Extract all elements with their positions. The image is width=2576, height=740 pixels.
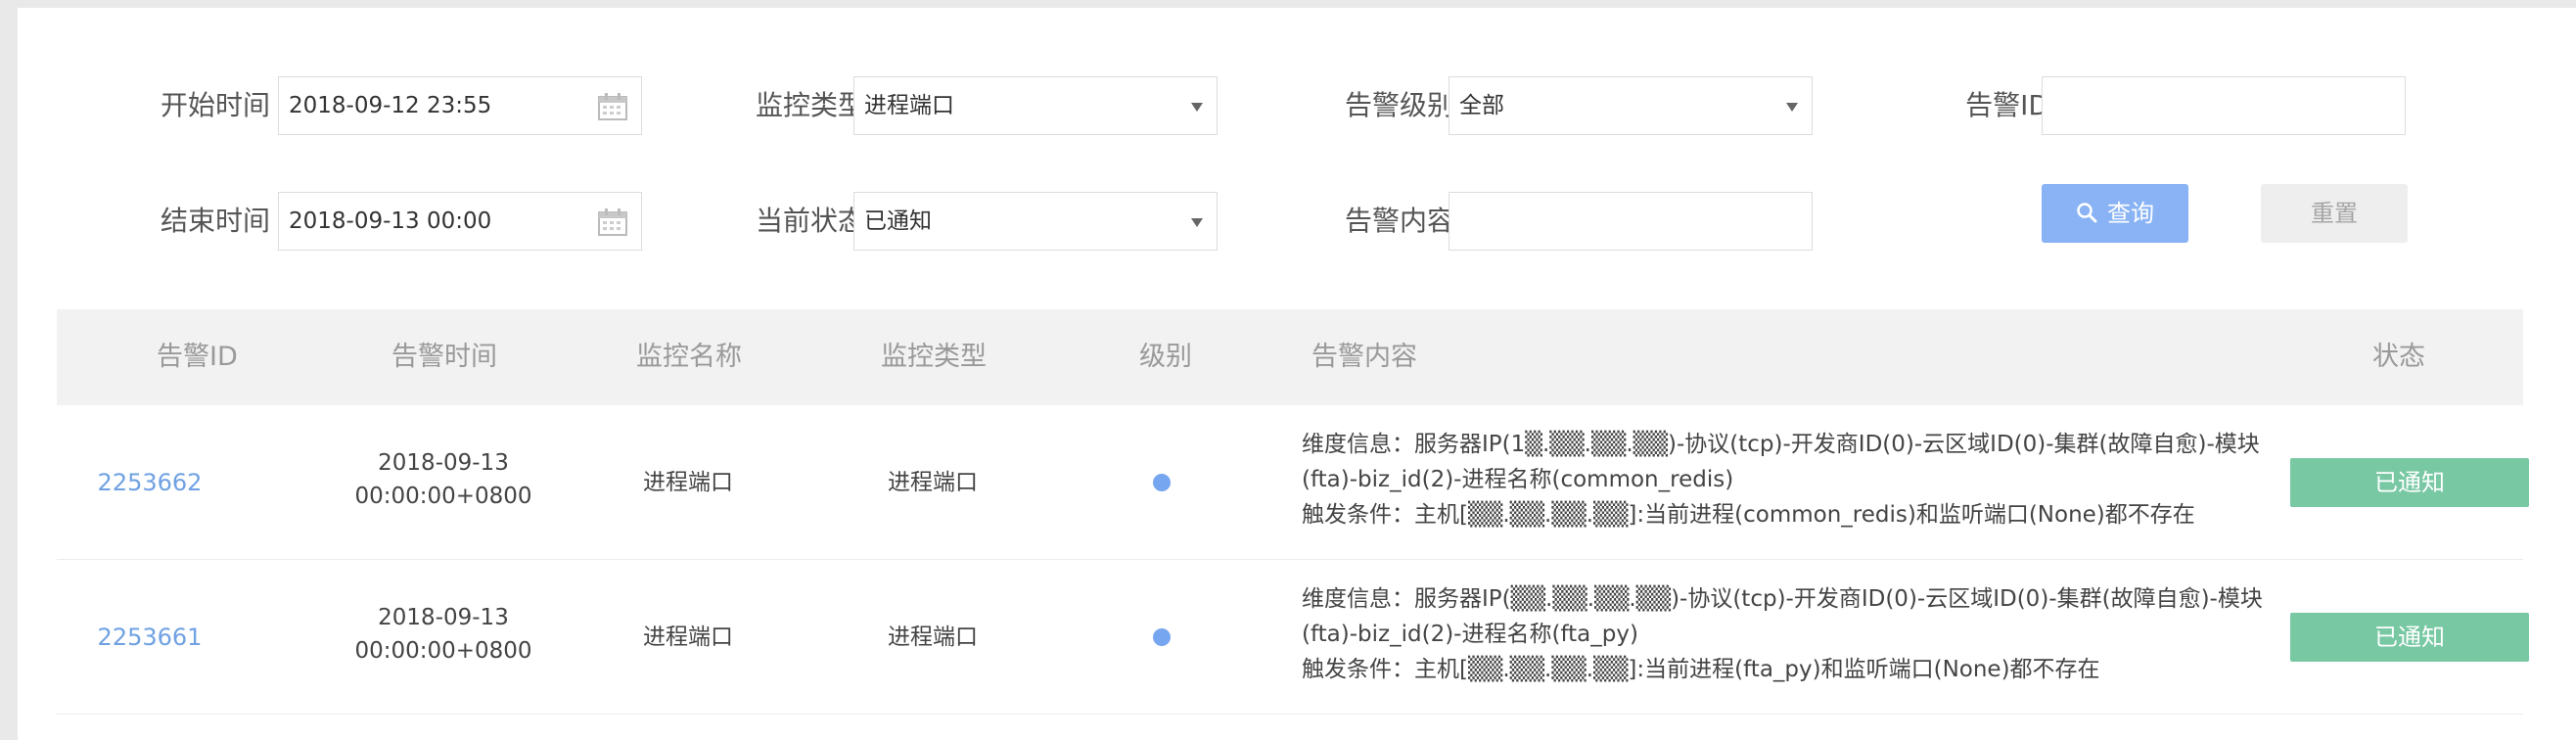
start-time-label: 开始时间: [160, 89, 270, 121]
current-state-select[interactable]: 已通知: [853, 192, 1218, 251]
dimension-info: 维度信息：服务器IP(▒▒.▒▒.▒▒.▒▒)-协议(tcp)-开发商ID(0)…: [1302, 586, 2263, 612]
column-header-status[interactable]: 状态: [2372, 309, 2425, 405]
column-header-alert-id[interactable]: 告警ID: [157, 309, 238, 405]
table-header: 告警ID 告警时间 监控名称 监控类型 级别 告警内容 状态: [57, 309, 2523, 405]
alert-search-panel: 开始时间 2018-09-12 23:55 监控类型 进程端口 告警级别 全部 …: [18, 8, 2576, 740]
column-header-alert-time[interactable]: 告警时间: [391, 309, 497, 405]
column-header-monitor-name[interactable]: 监控名称: [636, 309, 742, 405]
status-badge: 已通知: [2290, 613, 2529, 662]
monitor-type-label: 监控类型: [755, 89, 865, 121]
trigger-condition: 触发条件：主机[▒▒.▒▒.▒▒.▒▒]:当前进程(fta_py)和监听端口(N…: [1302, 657, 2100, 682]
start-time-input[interactable]: 2018-09-12 23:55: [278, 76, 642, 135]
alert-time: 2018-09-13 00:00:00+0800: [341, 601, 546, 668]
dimension-info-cont: (fta)-biz_id(2)-进程名称(fta_py): [1302, 622, 1638, 647]
alert-id-input[interactable]: [2042, 76, 2406, 135]
level-dot-icon: [1153, 474, 1171, 491]
query-button[interactable]: 查询: [2042, 184, 2188, 243]
search-icon: [2077, 203, 2097, 223]
level-dot-icon: [1153, 628, 1171, 646]
alert-id-link[interactable]: 2253661: [96, 621, 204, 654]
monitor-name: 进程端口: [643, 624, 733, 650]
column-header-level[interactable]: 级别: [1139, 309, 1192, 405]
monitor-type: 进程端口: [888, 624, 978, 650]
alert-level-value: 全部: [1459, 93, 1504, 118]
end-time-label: 结束时间: [160, 205, 270, 237]
dimension-info: 维度信息：服务器IP(1▒.▒▒.▒▒.▒▒)-协议(tcp)-开发商ID(0)…: [1302, 432, 2260, 457]
alert-time: 2018-09-13 00:00:00+0800: [341, 446, 546, 513]
trigger-condition: 触发条件：主机[▒▒.▒▒.▒▒.▒▒]:当前进程(common_redis)和…: [1302, 502, 2195, 528]
alert-time-clock: 00:00:00+0800: [354, 638, 532, 664]
status-badge: 已通知: [2290, 458, 2529, 507]
calendar-icon[interactable]: [598, 93, 627, 120]
monitor-type: 进程端口: [888, 470, 978, 495]
end-time-value: 2018-09-13 00:00: [289, 208, 492, 234]
column-header-monitor-type[interactable]: 监控类型: [881, 309, 987, 405]
table-row[interactable]: 2253661 2018-09-13 00:00:00+0800 进程端口 进程…: [57, 560, 2529, 715]
alert-time-clock: 00:00:00+0800: [354, 484, 532, 509]
table-row[interactable]: 2253662 2018-09-13 00:00:00+0800 进程端口 进程…: [57, 405, 2529, 560]
end-time-input[interactable]: 2018-09-13 00:00: [278, 192, 642, 251]
column-header-alert-content[interactable]: 告警内容: [1311, 309, 1417, 405]
query-button-label: 查询: [2107, 200, 2154, 227]
monitor-type-select[interactable]: 进程端口: [853, 76, 1218, 135]
alert-content: 维度信息：服务器IP(▒▒.▒▒.▒▒.▒▒)-协议(tcp)-开发商ID(0)…: [1302, 581, 2280, 687]
chevron-down-icon: [1786, 103, 1798, 112]
monitor-name: 进程端口: [643, 470, 733, 495]
alert-time-date: 2018-09-13: [378, 450, 509, 476]
reset-button[interactable]: 重置: [2261, 184, 2408, 243]
chevron-down-icon: [1191, 218, 1203, 227]
current-state-value: 已通知: [864, 208, 932, 234]
start-time-value: 2018-09-12 23:55: [289, 93, 492, 118]
alert-time-date: 2018-09-13: [378, 605, 509, 630]
chevron-down-icon: [1191, 103, 1203, 112]
current-state-label: 当前状态: [755, 205, 865, 237]
alert-content-label: 告警内容: [1344, 205, 1454, 237]
alert-id-label: 告警ID: [1965, 89, 2049, 121]
alert-content-input[interactable]: [1449, 192, 1813, 251]
monitor-type-value: 进程端口: [864, 93, 954, 118]
alert-level-label: 告警级别: [1344, 89, 1454, 121]
calendar-icon[interactable]: [598, 208, 627, 236]
alert-level-select[interactable]: 全部: [1449, 76, 1813, 135]
alert-content: 维度信息：服务器IP(1▒.▒▒.▒▒.▒▒)-协议(tcp)-开发商ID(0)…: [1302, 427, 2280, 532]
dimension-info-cont: (fta)-biz_id(2)-进程名称(common_redis): [1302, 467, 1734, 492]
alert-id-link[interactable]: 2253662: [96, 466, 204, 499]
